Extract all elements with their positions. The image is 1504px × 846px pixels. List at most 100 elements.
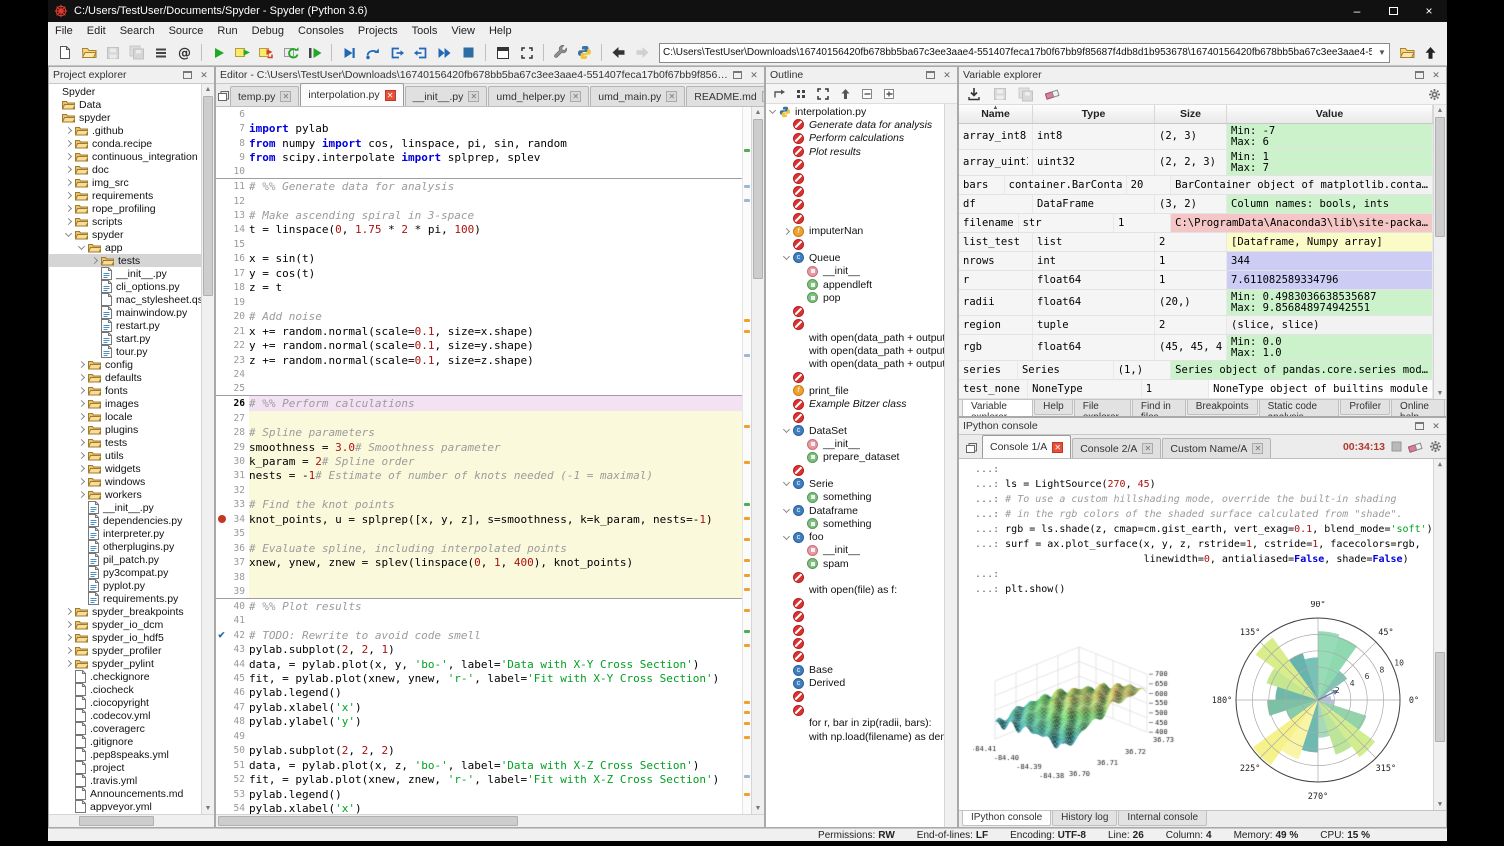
go-up-button[interactable] xyxy=(836,86,854,102)
code-line[interactable]: 6​ xyxy=(216,107,742,121)
chevron-right-icon[interactable] xyxy=(65,127,72,134)
menu-file[interactable]: File xyxy=(48,24,80,38)
stop-debug-button[interactable] xyxy=(457,42,480,64)
project-explorer-item[interactable]: otherplugins.py xyxy=(49,540,201,553)
project-explorer-item[interactable]: py3compat.py xyxy=(49,566,201,579)
project-explorer-item[interactable]: rope_profiling xyxy=(49,202,201,215)
chevron-right-icon[interactable] xyxy=(91,257,98,264)
editor-tab-umd_helper.py[interactable]: umd_helper.py✕ xyxy=(488,86,589,106)
code-annotation-flag[interactable] xyxy=(744,354,750,357)
outline-item[interactable]: Perform calculations xyxy=(768,132,944,145)
show-all-button[interactable] xyxy=(792,86,810,102)
outline-item[interactable]: spam xyxy=(768,557,944,570)
gutter-margin[interactable] xyxy=(216,339,227,353)
chevron-right-icon[interactable] xyxy=(65,192,72,199)
chevron-right-icon[interactable] xyxy=(65,179,72,186)
chevron-right-icon[interactable] xyxy=(65,660,72,667)
code-line[interactable]: 20# Add noise xyxy=(216,310,742,324)
outline-item[interactable]: with open(data_path + output_file_n… xyxy=(768,331,944,344)
outline-item[interactable] xyxy=(768,158,944,171)
browse-tabs-button[interactable] xyxy=(960,438,982,458)
project-explorer-item[interactable]: __init__.py xyxy=(49,501,201,514)
variable-row[interactable]: nrowsint1344 xyxy=(959,252,1433,271)
variable-row[interactable]: filenamestr1C:\ProgramData\Anaconda3\lib… xyxy=(959,214,1433,233)
project-explorer-item[interactable]: __init__.py xyxy=(49,267,201,280)
close-tab-icon[interactable]: ✕ xyxy=(468,91,479,102)
chevron-right-icon[interactable] xyxy=(65,608,72,615)
gutter-margin[interactable] xyxy=(216,773,227,787)
debug-file-button[interactable] xyxy=(337,42,360,64)
run-selection-button[interactable] xyxy=(303,42,326,64)
float-pane-icon[interactable] xyxy=(181,69,193,81)
project-tree-scrollbar[interactable]: ▲ ▼ xyxy=(201,84,214,814)
outline-item[interactable]: cSerie xyxy=(768,477,944,490)
pane-tab-static-code-analysis[interactable]: Static code analysis xyxy=(1259,400,1340,417)
chevron-right-icon[interactable] xyxy=(78,426,85,433)
outline-item[interactable]: appendleft xyxy=(768,278,944,291)
project-explorer-item[interactable]: pyplot.py xyxy=(49,579,201,592)
project-explorer-item[interactable]: Data xyxy=(49,98,201,111)
project-explorer-item[interactable]: windows xyxy=(49,475,201,488)
chevron-down-icon[interactable] xyxy=(783,479,790,486)
close-tab-icon[interactable]: ✕ xyxy=(570,91,581,102)
code-annotation-flag[interactable] xyxy=(744,574,750,577)
gutter-margin[interactable] xyxy=(216,281,227,295)
goto-cursor-button[interactable] xyxy=(770,86,788,102)
file-switcher-button[interactable] xyxy=(149,42,172,64)
chevron-right-icon[interactable] xyxy=(65,140,72,147)
pane-tab-internal-console[interactable]: Internal console xyxy=(1118,811,1207,826)
console-options-gear-icon[interactable] xyxy=(1429,440,1442,453)
project-explorer-item[interactable]: .github xyxy=(49,124,201,137)
project-explorer-item[interactable]: defaults xyxy=(49,371,201,384)
symbol-finder-button[interactable]: @ xyxy=(173,42,196,64)
console-tab-console-2-a[interactable]: Console 2/A✕ xyxy=(1072,438,1161,458)
column-header-size[interactable]: Size xyxy=(1155,105,1227,123)
code-line[interactable]: 53pylab.legend() xyxy=(216,787,742,801)
pane-tab-variable-explorer[interactable]: Variable explorer xyxy=(962,400,1033,417)
project-explorer-item[interactable]: images xyxy=(49,397,201,410)
chevron-right-icon[interactable] xyxy=(78,439,85,446)
project-explorer-item[interactable]: spyder_pylint xyxy=(49,657,201,670)
project-explorer-item[interactable]: spyder xyxy=(49,228,201,241)
code-annotation-flag[interactable] xyxy=(744,199,750,202)
code-annotation-flag[interactable] xyxy=(744,149,750,152)
code-line[interactable]: 29smoothness = 3.0 # Smoothness paramete… xyxy=(216,440,742,454)
project-explorer-item[interactable]: requirements xyxy=(49,189,201,202)
gutter-margin[interactable] xyxy=(216,642,227,656)
minimize-button[interactable]: – xyxy=(1339,0,1375,22)
outline-item[interactable]: cQueue xyxy=(768,251,944,264)
code-line[interactable]: 36# Evaluate spline, including interpola… xyxy=(216,541,742,555)
outline-item[interactable]: with np.load(filename) as dem: xyxy=(768,730,944,743)
project-explorer-item[interactable]: continuous_integration xyxy=(49,150,201,163)
code-annotation-flag[interactable] xyxy=(744,701,750,704)
code-line[interactable]: 8from numpy import cos, linspace, pi, si… xyxy=(216,136,742,150)
code-line[interactable]: 19​ xyxy=(216,295,742,309)
gutter-margin[interactable] xyxy=(216,700,227,714)
run-file-button[interactable] xyxy=(207,42,230,64)
gutter-margin[interactable] xyxy=(216,671,227,685)
code-annotation-flag[interactable] xyxy=(744,736,750,739)
chevron-right-icon[interactable] xyxy=(783,228,790,235)
float-pane-icon[interactable] xyxy=(1413,69,1425,81)
outline-item[interactable]: prepare_dataset xyxy=(768,451,944,464)
chevron-right-icon[interactable] xyxy=(78,387,85,394)
close-tab-icon[interactable]: ✕ xyxy=(1252,443,1263,454)
chevron-right-icon[interactable] xyxy=(65,634,72,641)
code-line[interactable]: 17y = cos(t) xyxy=(216,266,742,280)
code-line[interactable]: 38​ xyxy=(216,570,742,584)
project-explorer-item[interactable]: spyder xyxy=(49,111,201,124)
gutter-margin[interactable] xyxy=(216,541,227,555)
code-line[interactable]: 7import pylab xyxy=(216,121,742,135)
code-annotation-flag[interactable] xyxy=(744,711,750,714)
project-explorer-item[interactable]: .ciocopyright xyxy=(49,696,201,709)
menu-source[interactable]: Source xyxy=(162,24,211,38)
step-over-button[interactable] xyxy=(361,42,384,64)
editor-tab-README.md[interactable]: README.md✕ xyxy=(686,86,765,106)
gutter-margin[interactable] xyxy=(216,802,227,815)
maximize-pane-button[interactable] xyxy=(491,42,514,64)
code-annotation-flag[interactable] xyxy=(744,630,750,633)
project-explorer-item[interactable]: tests xyxy=(49,254,201,267)
outline-item[interactable] xyxy=(768,211,944,224)
new-file-button[interactable] xyxy=(53,42,76,64)
fullscreen-button[interactable] xyxy=(515,42,538,64)
